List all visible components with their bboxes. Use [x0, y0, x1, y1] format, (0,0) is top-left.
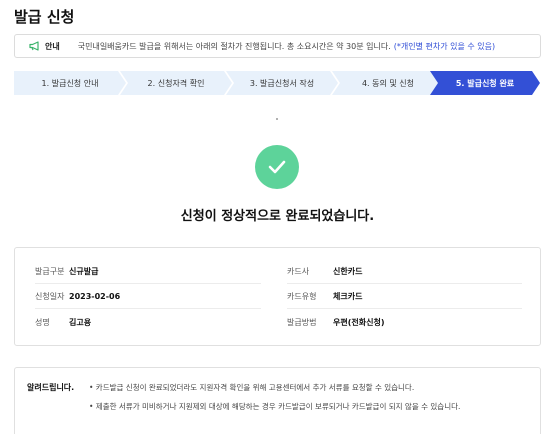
detail-row: 카드사 신한카드	[287, 260, 522, 284]
detail-value: 우편(전화신청)	[333, 317, 385, 327]
detail-label: 발급구분	[35, 267, 65, 276]
application-details: 발급구분 신규발급 신청일자 2023-02-06 성명 김고용 카드사 신한카…	[14, 247, 541, 346]
detail-value: 신한카드	[333, 267, 363, 276]
step-3: 3. 발급신청서 작성	[226, 71, 338, 95]
step-1: 1. 발급신청 안내	[14, 71, 126, 95]
step-label: 2. 신청자격 확인	[147, 78, 205, 88]
step-progress: 1. 발급신청 안내 2. 신청자격 확인 3. 발급신청서 작성 4. 동의 …	[14, 71, 540, 95]
alert-item: • 제출한 서류가 미비하거나 지원제외 대상에 해당하는 경우 카드발급이 보…	[89, 402, 461, 411]
alert-item: • 카드발급 신청이 완료되었더라도 지원자격 확인을 위해 고용센터에서 추가…	[89, 383, 415, 392]
step-5-active: 5. 발급신청 완료	[430, 71, 540, 95]
megaphone-icon	[29, 41, 41, 51]
detail-label: 카드유형	[287, 292, 317, 301]
alert-title: 알려드립니다.	[27, 383, 75, 392]
notice-text: 국민내일배움카드 발급을 위해서는 아래의 절차가 진행됩니다. 총 소요시간은…	[77, 41, 391, 51]
alert-box: 알려드립니다. • 카드발급 신청이 완료되었더라도 지원자격 확인을 위해 고…	[14, 367, 541, 434]
detail-value: 신규발급	[69, 267, 99, 276]
step-label: 3. 발급신청서 작성	[249, 78, 315, 88]
step-2: 2. 신청자격 확인	[120, 71, 232, 95]
detail-row: 발급방법 우편(전화신청)	[287, 310, 522, 334]
detail-row: 성명 김고용	[35, 310, 261, 334]
step-label: 5. 발급신청 완료	[455, 78, 515, 88]
step-label: 1. 발급신청 안내	[41, 78, 99, 88]
detail-label: 카드사	[287, 267, 310, 276]
step-4: 4. 동의 및 신청	[332, 71, 444, 95]
completion-message: 신청이 정상적으로 완료되었습니다.	[180, 209, 375, 224]
notice-label: 안내	[45, 41, 60, 51]
check-circle-icon	[255, 145, 299, 189]
page-title: 발급 신청	[14, 8, 75, 26]
detail-label: 신청일자	[35, 292, 65, 301]
notice-highlight: (*개인별 편차가 있을 수 있음)	[393, 41, 496, 51]
detail-row: 신청일자 2023-02-06	[35, 285, 261, 309]
detail-value: 김고용	[69, 317, 92, 327]
detail-value: 2023-02-06	[69, 292, 121, 301]
step-label: 4. 동의 및 신청	[361, 78, 415, 88]
notice-banner: 안내 국민내일배움카드 발급을 위해서는 아래의 절차가 진행됩니다. 총 소요…	[14, 34, 541, 58]
detail-label: 발급방법	[287, 317, 317, 327]
detail-row: 카드유형 체크카드	[287, 285, 522, 309]
detail-row: 발급구분 신규발급	[35, 260, 261, 284]
decorative-dot	[276, 118, 278, 120]
detail-label: 성명	[35, 317, 50, 327]
detail-value: 체크카드	[333, 292, 363, 301]
